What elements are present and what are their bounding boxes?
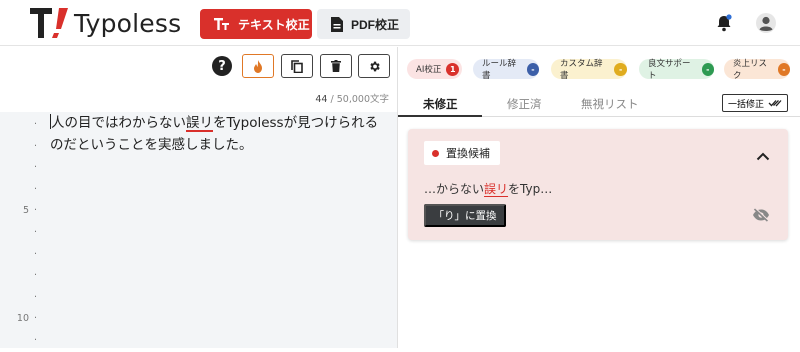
chip-label: AI校正 [416,65,442,75]
result-tabs: 未修正 修正済 無視リスト 一括修正 [398,91,800,117]
char-count-total: 50,000文字 [336,94,389,105]
category-chip[interactable]: 炎上リスク - [724,59,790,81]
line-number-row: · [0,287,40,309]
chip-label: ルール辞書 [482,59,517,81]
logo[interactable]: Typoless [28,5,181,41]
line-number-row: 5 · [0,200,40,222]
logo-text: Typoless [74,8,182,38]
trash-icon [331,60,341,72]
line-number: 10 [16,313,29,325]
double-check-icon [768,100,782,107]
text-proofread-label: テキスト校正 [238,17,310,32]
chip-label: 良文サポート [648,59,691,81]
suggestion-snippet: …からない誤リをTyp… [424,180,552,197]
app-header: Typoless テキスト校正 PDF校正 [0,0,800,46]
results-panel: AI校正 1 ルール辞書 - カスタム辞書 - 良文サポート - 炎上リスク - 未修正 修正済 … [398,47,800,348]
line-dot-icon: · [34,183,38,195]
editor-line-1: 人の目ではわからない誤リをTypolessが見つけられる [50,113,390,135]
line-number-row: 10 · [0,308,40,330]
line-dot-icon: · [34,205,38,217]
line-dot-icon: · [34,270,38,282]
fire-icon [254,59,262,73]
chip-count-badge: - [777,62,790,76]
line-number-row: · [0,265,40,287]
editor-line-2: のだということを実感しました。 [50,136,253,153]
line-number-row: · [0,114,40,136]
status-dot-icon [432,149,439,157]
tab-fixed[interactable]: 修正済 [507,96,542,112]
line-dot-icon: · [34,291,38,303]
text-proofread-button[interactable]: テキスト校正 [200,9,312,39]
suggestion-card: 置換候補 …からない誤リをTyp… 「り」に置換 [408,129,788,240]
text-format-icon [214,18,229,30]
editor-panel: ? 44 / 50,000文字 · · · · 5 · · · · · 10 ·… [0,47,397,348]
replace-button[interactable]: 「り」に置換 [424,204,506,227]
chip-label: カスタム辞書 [560,59,603,81]
text-editor[interactable]: 人の目ではわからない誤リをTypolessが見つけられる のだということを実感し… [50,113,390,156]
line-number-row: · [0,136,40,158]
document-icon [331,16,343,32]
line-number: 5 [22,205,29,217]
chip-count-badge: 1 [446,62,460,76]
suggestion-type-label: 置換候補 [446,147,490,160]
line-number-row: · [0,222,40,244]
bulk-fix-button[interactable]: 一括修正 [722,94,788,112]
line-dot-icon: · [34,334,38,346]
pdf-proofread-label: PDF校正 [351,17,400,32]
line-dot-icon: · [34,119,38,130]
pdf-proofread-button[interactable]: PDF校正 [317,9,410,39]
line-dot-icon: · [34,226,38,238]
bulk-fix-label: 一括修正 [727,98,764,109]
char-count: 44 / 50,000文字 [315,94,389,105]
chip-count-badge: - [701,62,714,76]
line-number-row: · [0,179,40,201]
notification-bell-icon[interactable] [713,12,735,34]
snippet-text: …からない [424,182,485,196]
line-number-row: · [0,330,40,352]
help-icon[interactable]: ? [212,56,232,76]
tab-ignored[interactable]: 無視リスト [581,96,639,112]
logo-mark-icon [28,5,72,41]
active-tab-indicator [398,115,482,117]
delete-button[interactable] [320,54,352,78]
editor-toolbar: ? 44 / 50,000文字 [0,47,397,112]
line-dot-icon: · [34,140,38,152]
line-dot-icon: · [34,313,38,325]
line-number-row: · [0,157,40,179]
eye-off-icon[interactable] [752,207,770,226]
category-chip[interactable]: AI校正 1 [407,59,462,79]
category-chip[interactable]: カスタム辞書 - [551,59,627,81]
gear-icon [369,61,380,71]
char-count-value: 44 [315,94,328,105]
snippet-error: 誤リ [484,182,509,196]
editor-text: 人の目ではわからない [51,115,186,131]
category-chip[interactable]: 良文サポート - [639,59,714,81]
line-number-row: · [0,244,40,266]
chip-label: 炎上リスク [733,59,768,81]
category-chip[interactable]: ルール辞書 - [473,59,539,81]
copy-button[interactable] [281,54,313,78]
line-numbers: · · · · 5 · · · · · 10 · · [0,114,40,352]
line-dot-icon: · [34,162,38,174]
copy-icon [291,59,303,73]
suggestion-type-badge: 置換候補 [424,141,500,165]
user-avatar-icon[interactable] [755,12,777,34]
tab-unfixed[interactable]: 未修正 [423,96,458,112]
line-dot-icon: · [34,248,38,260]
error-highlight[interactable]: 誤リ [186,115,213,131]
snippet-text: をTyp… [508,182,553,196]
editor-text: をTypolessが見つけられる [213,115,379,131]
chip-count-badge: - [526,62,539,76]
chip-count-badge: - [614,62,627,76]
settings-button[interactable] [358,54,390,78]
fire-button[interactable] [242,54,274,78]
chevron-up-icon[interactable] [756,146,770,165]
